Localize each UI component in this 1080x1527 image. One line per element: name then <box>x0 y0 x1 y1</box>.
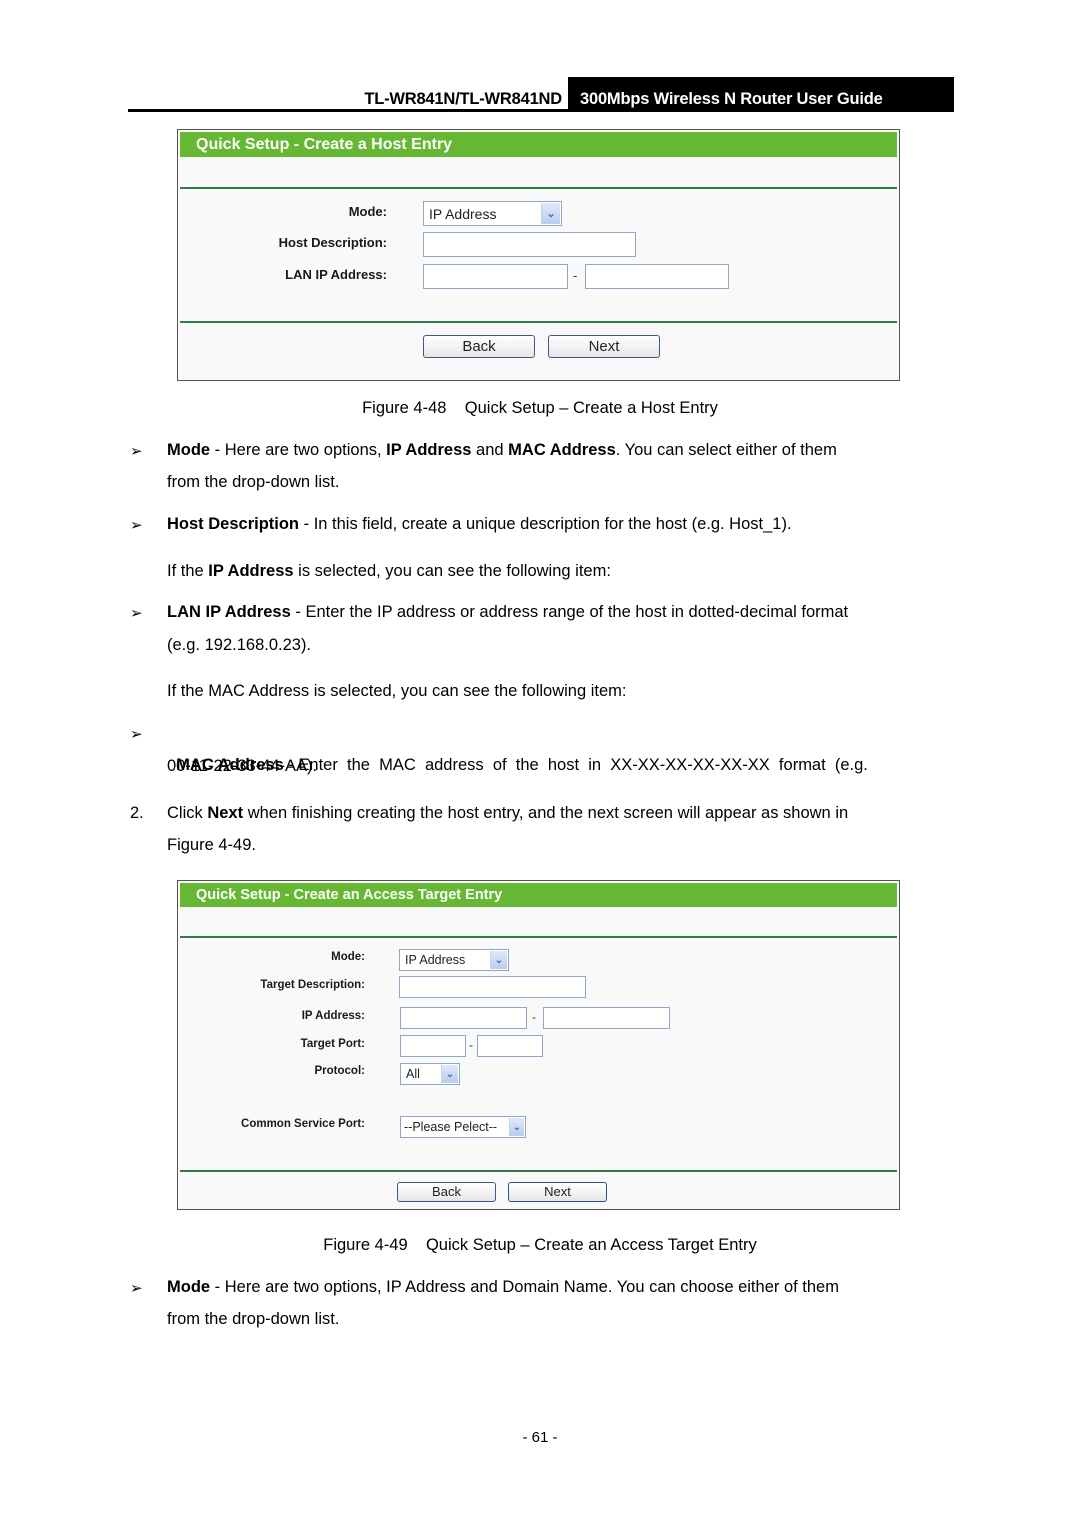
common-service-port-value: --Please Pelect-- <box>404 1120 498 1134</box>
divider <box>180 936 897 938</box>
step-paragraph-line2: Figure 4-49. <box>167 836 256 854</box>
if-mac-paragraph: If the MAC Address is selected, you can … <box>167 682 627 700</box>
ip-end-input[interactable] <box>543 1007 670 1029</box>
host-description-paragraph: Host Description - In this field, create… <box>167 508 792 540</box>
step-paragraph: Click Next when finishing creating the h… <box>167 797 848 829</box>
panel-title: Quick Setup - Create a Host Entry <box>180 132 897 157</box>
text: is selected, you can see the following i… <box>293 562 611 580</box>
figure-48-caption: Figure 4-48 Quick Setup – Create a Host … <box>362 399 718 417</box>
lan-ip-end-input[interactable] <box>585 264 729 289</box>
mode-paragraph: Mode - Here are two options, IP Address … <box>167 434 837 466</box>
mode-paragraph-line2: from the drop-down list. <box>167 473 340 491</box>
target-port-label: Target Port: <box>300 1038 365 1050</box>
mode-select-value: IP Address <box>405 953 466 967</box>
lan-ip-start-input[interactable] <box>423 264 568 289</box>
divider <box>180 187 897 189</box>
common-service-port-label: Common Service Port: <box>241 1118 365 1130</box>
common-service-port-select[interactable]: --Please Pelect-- ⌄ <box>400 1116 526 1138</box>
chevron-down-icon[interactable]: ⌄ <box>441 1065 458 1083</box>
protocol-select[interactable]: All ⌄ <box>400 1063 460 1085</box>
host-description-label: Host Description: <box>278 235 387 250</box>
port-start-input[interactable] <box>400 1035 466 1057</box>
text: . You can select either of them <box>615 441 837 459</box>
protocol-label: Protocol: <box>314 1065 365 1077</box>
term: Mode <box>167 1278 211 1296</box>
page-number: - 61 - <box>522 1429 558 1446</box>
step-number: 2. <box>130 804 144 822</box>
ip-address-label: IP Address: <box>301 1010 365 1022</box>
target-description-input[interactable] <box>399 976 586 998</box>
lan-ip-paragraph-line2: (e.g. 192.168.0.23). <box>167 636 312 654</box>
term: LAN IP Address <box>167 603 291 621</box>
port-end-input[interactable] <box>477 1035 543 1057</box>
term: MAC Address <box>508 441 616 459</box>
access-mode-paragraph: Mode - Here are two options, IP Address … <box>167 1271 839 1303</box>
header-model: TL-WR841N/TL-WR841ND <box>364 90 562 108</box>
text: - Enter the MAC address of the host in X… <box>283 756 868 774</box>
chevron-down-icon[interactable]: ⌄ <box>541 203 560 224</box>
mode-select-value: IP Address <box>429 206 497 222</box>
range-separator: - <box>573 268 578 283</box>
text: - Here are two options, IP Address and D… <box>210 1278 839 1296</box>
mode-label: Mode: <box>331 951 365 963</box>
host-entry-panel: Quick Setup - Create a Host Entry Mode: … <box>177 129 900 381</box>
mode-label: Mode: <box>348 204 387 219</box>
host-description-input[interactable] <box>423 232 636 257</box>
access-target-panel: Quick Setup - Create an Access Target En… <box>177 880 900 1210</box>
term: Host Description <box>167 515 300 533</box>
text: - Enter the IP address or address range … <box>290 603 849 621</box>
if-ip-paragraph: If the IP Address is selected, you can s… <box>167 555 611 587</box>
bullet-icon: ➢ <box>130 443 143 460</box>
divider <box>180 321 897 323</box>
figure-49-caption: Figure 4-49 Quick Setup – Create an Acce… <box>323 1236 757 1254</box>
mode-select[interactable]: IP Address ⌄ <box>423 201 562 226</box>
text: - Here are two options, <box>210 441 387 459</box>
bullet-icon: ➢ <box>130 517 143 534</box>
header-guide-title: 300Mbps Wireless N Router User Guide <box>580 90 883 108</box>
lan-ip-label: LAN IP Address: <box>285 267 387 282</box>
next-button[interactable]: Next <box>548 335 660 358</box>
panel-title: Quick Setup - Create an Access Target En… <box>180 883 897 907</box>
protocol-select-value: All <box>406 1067 420 1081</box>
back-button[interactable]: Back <box>397 1182 496 1202</box>
mode-select[interactable]: IP Address ⌄ <box>399 949 509 971</box>
divider <box>180 1170 897 1172</box>
lan-ip-paragraph: LAN IP Address - Enter the IP address or… <box>167 596 848 628</box>
text: Click <box>167 804 208 822</box>
next-button[interactable]: Next <box>508 1182 607 1202</box>
term: IP Address <box>208 562 294 580</box>
chevron-down-icon[interactable]: ⌄ <box>509 1118 524 1136</box>
back-button[interactable]: Back <box>423 335 535 358</box>
target-description-label: Target Description: <box>260 979 365 991</box>
ip-start-input[interactable] <box>400 1007 527 1029</box>
text: - In this field, create a unique descrip… <box>299 515 792 533</box>
bullet-icon: ➢ <box>130 1280 143 1297</box>
bullet-icon: ➢ <box>130 726 143 743</box>
range-separator: - <box>469 1038 473 1052</box>
text: and <box>471 441 509 459</box>
term: IP Address <box>386 441 472 459</box>
chevron-down-icon[interactable]: ⌄ <box>490 951 507 969</box>
term: Next <box>207 804 244 822</box>
text: when finishing creating the host entry, … <box>243 804 849 822</box>
range-separator: - <box>532 1010 536 1024</box>
term: Mode <box>167 441 211 459</box>
mac-paragraph-line2: 00-11-22-33-44-AA). <box>167 757 318 775</box>
bullet-icon: ➢ <box>130 605 143 622</box>
access-mode-paragraph-line2: from the drop-down list. <box>167 1310 340 1328</box>
text: If the <box>167 562 209 580</box>
